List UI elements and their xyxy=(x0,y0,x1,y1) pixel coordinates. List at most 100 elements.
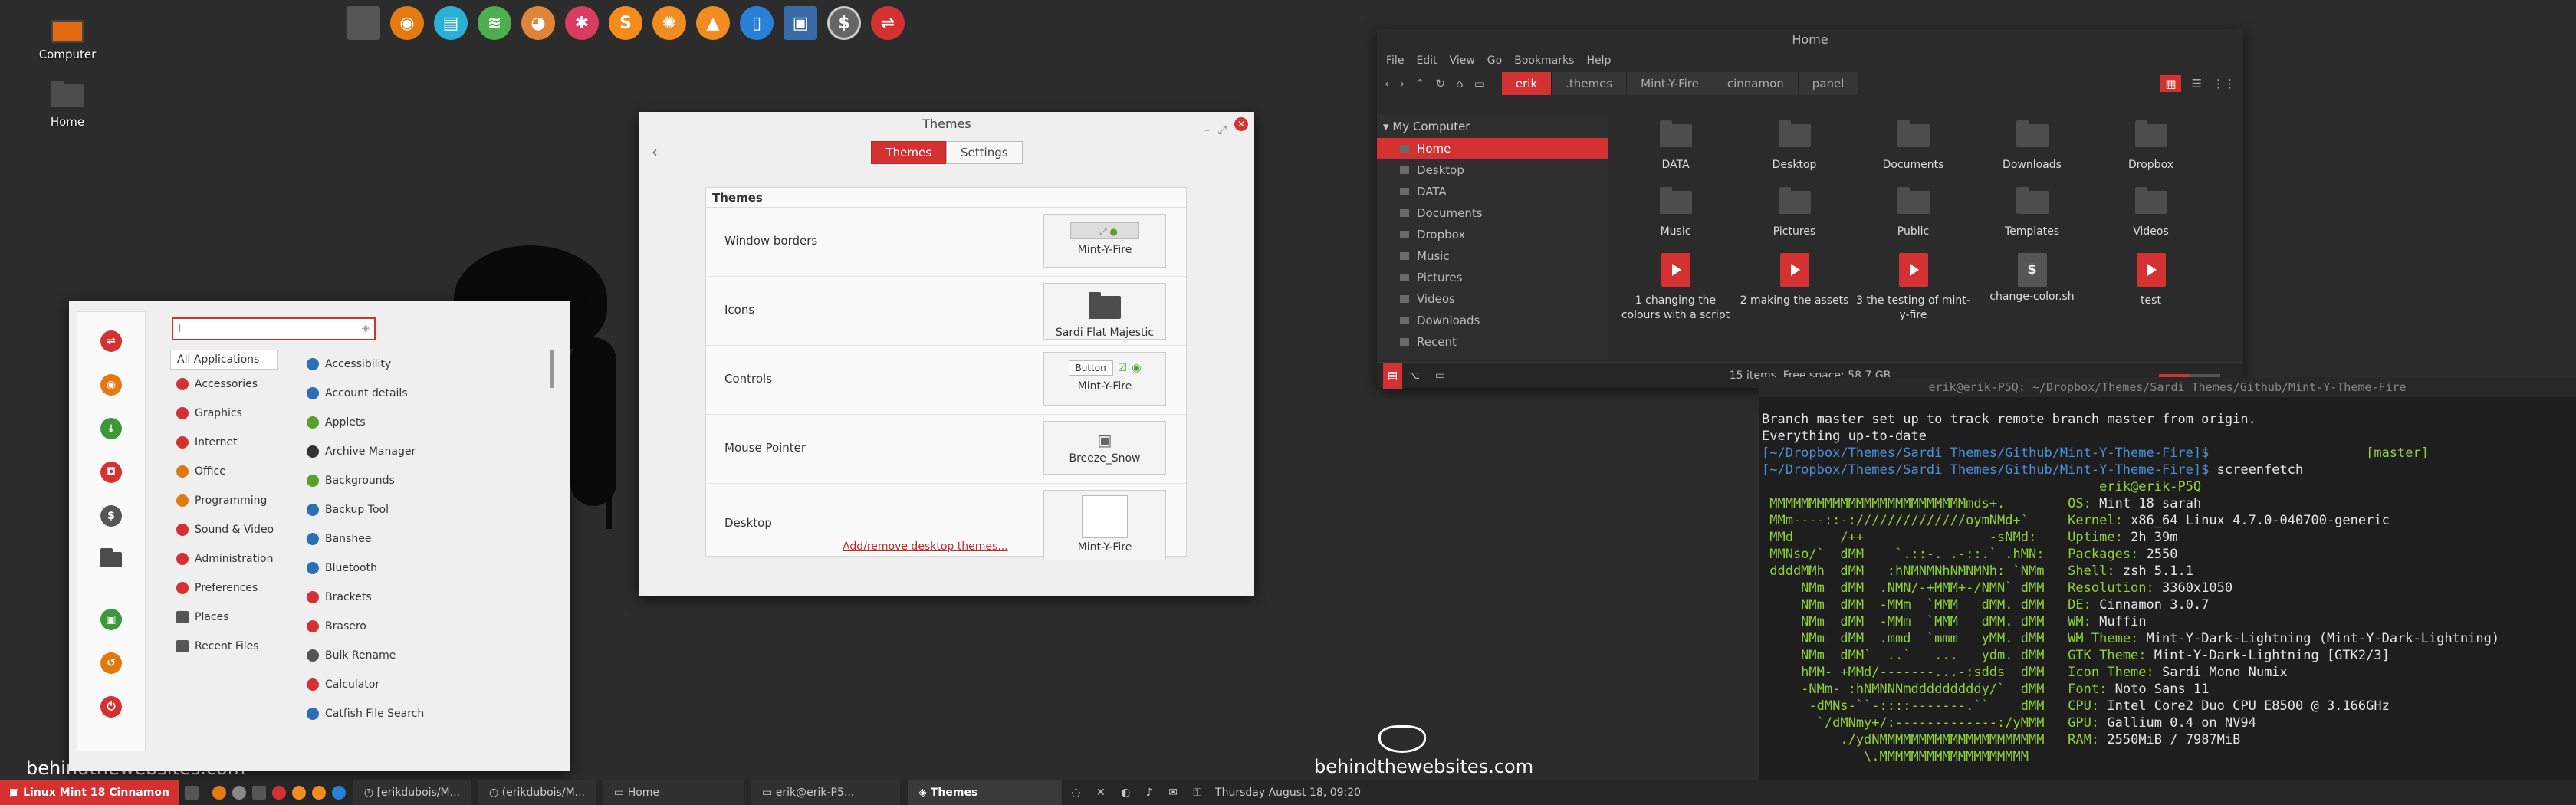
file-item[interactable]: 1 changing the colours with a script xyxy=(1616,252,1735,324)
vlc-icon[interactable] xyxy=(291,786,306,800)
fav-item[interactable]: ▣ xyxy=(77,605,145,634)
view-compact-icon[interactable]: ⋮⋮ xyxy=(2213,77,2236,90)
app-icon[interactable] xyxy=(331,786,346,800)
clear-icon[interactable]: ◈ xyxy=(362,323,370,334)
window-titlebar[interactable]: Home xyxy=(1377,29,2243,51)
firefox-icon[interactable] xyxy=(212,786,226,800)
app-item[interactable]: Bulk Rename xyxy=(299,641,544,670)
search-input[interactable]: l ◈ xyxy=(172,317,376,340)
sidebar-item-desktop[interactable]: Desktop xyxy=(1377,159,1608,181)
category-item[interactable]: Places xyxy=(170,603,278,632)
fav-item[interactable]: $ xyxy=(77,501,145,531)
file-item[interactable]: DATA xyxy=(1616,120,1735,172)
file-item[interactable]: test xyxy=(2091,252,2210,324)
category-item[interactable]: Administration xyxy=(170,544,278,573)
settings-launcher-icon[interactable]: ⇌ xyxy=(871,6,905,40)
app-item[interactable]: Backup Tool xyxy=(299,495,544,524)
app-list-scrollbar[interactable] xyxy=(550,350,554,388)
desktop-picker[interactable]: Mint-Y-Fire xyxy=(1043,490,1166,560)
menu-file[interactable]: File xyxy=(1386,51,1404,71)
tab-themes[interactable]: Themes xyxy=(871,141,947,164)
category-item[interactable]: Programming xyxy=(170,486,278,515)
app-item[interactable]: Banshee xyxy=(299,524,544,554)
app-item[interactable]: Brasero xyxy=(299,612,544,641)
breadcrumb-panel[interactable]: panel xyxy=(1798,72,1859,95)
treeview-icon[interactable]: ⌥ xyxy=(1408,363,1420,389)
controls-picker[interactable]: Button ☑ ◉ Mint-Y-Fire xyxy=(1043,352,1166,406)
vlc-launcher-icon[interactable]: ▲ xyxy=(696,6,730,40)
reload-icon[interactable]: ↻ xyxy=(1436,77,1446,90)
menu-help[interactable]: Help xyxy=(1586,51,1611,71)
firefox-launcher-icon[interactable]: ◉ xyxy=(390,6,424,40)
sidebar-item-downloads[interactable]: Downloads xyxy=(1377,310,1608,331)
sidebar-item-videos[interactable]: Videos xyxy=(1377,288,1608,310)
up-icon[interactable]: ⌃ xyxy=(1415,77,1425,90)
show-desktop-icon[interactable] xyxy=(184,786,199,800)
files-icon[interactable] xyxy=(251,786,266,800)
fav-item[interactable]: ↺ xyxy=(77,649,145,678)
cat-launcher-icon[interactable]: ◕ xyxy=(521,6,555,40)
menu-bookmarks[interactable]: Bookmarks xyxy=(1514,51,1574,71)
file-item[interactable]: Public xyxy=(1854,186,1973,239)
fav-item[interactable]: ◉ xyxy=(77,370,145,399)
settings-icon[interactable] xyxy=(271,786,286,800)
file-item[interactable]: Videos xyxy=(2091,186,2210,239)
tab-settings[interactable]: Settings xyxy=(946,141,1023,164)
task-item[interactable]: ◷ [erikdubois/M... xyxy=(353,780,471,805)
app-launcher-icon[interactable]: ▯ xyxy=(740,6,774,40)
app-item[interactable]: Backgrounds xyxy=(299,466,544,495)
orange-launcher-icon[interactable]: ✺ xyxy=(652,6,686,40)
sidebar-item-recent[interactable]: Recent xyxy=(1377,331,1608,353)
fav-item[interactable]: ⤓ xyxy=(77,414,145,443)
app-item[interactable]: Brackets xyxy=(299,583,544,612)
fav-item[interactable] xyxy=(77,545,145,574)
menu-button[interactable]: ▣ Linux Mint 18 Cinnamon xyxy=(0,780,179,805)
breadcrumb-cinnamon[interactable]: cinnamon xyxy=(1713,72,1799,95)
breadcrumb-themes[interactable]: .themes xyxy=(1552,72,1628,95)
app-item[interactable]: Catfish File Search xyxy=(299,699,544,728)
screenshot-launcher-icon[interactable]: ▣ xyxy=(784,6,817,40)
sublime-icon[interactable] xyxy=(311,786,326,800)
mouse-pointer-picker[interactable]: ▣ Breeze_Snow xyxy=(1043,421,1166,475)
window-borders-picker[interactable]: – ⤢ ● Mint-Y-Fire xyxy=(1043,214,1166,268)
file-item[interactable]: $ change-color.sh xyxy=(1973,252,2091,324)
document-launcher-icon[interactable]: ▤ xyxy=(434,6,468,40)
sidebar-item-music[interactable]: Music xyxy=(1377,245,1608,267)
menu-view[interactable]: View xyxy=(1450,51,1475,71)
file-item[interactable]: Downloads xyxy=(1973,120,2091,172)
fav-item[interactable]: ⇌ xyxy=(77,327,145,356)
app-item[interactable]: Accessibility xyxy=(299,350,544,379)
sidebar-item-home[interactable]: Home xyxy=(1377,138,1608,159)
places-icon[interactable]: ▤ xyxy=(1383,363,1403,389)
icons-picker[interactable]: Sardi Flat Majestic xyxy=(1043,283,1166,340)
task-item[interactable]: ▭ erik@erik-P5... xyxy=(751,780,901,805)
sidebar-item-dropbox[interactable]: Dropbox xyxy=(1377,224,1608,245)
view-grid-icon[interactable]: ▦ xyxy=(2160,75,2181,92)
app-item[interactable]: Account details xyxy=(299,379,544,408)
back-icon[interactable]: ‹ xyxy=(652,143,658,161)
spotify-launcher-icon[interactable]: ≋ xyxy=(478,6,511,40)
sidebar-item-data[interactable]: DATA xyxy=(1377,181,1608,202)
home-icon[interactable]: ⌂ xyxy=(1456,77,1464,90)
app-item[interactable]: Archive Manager xyxy=(299,437,544,466)
file-item[interactable]: 3 the testing of mint-y-fire xyxy=(1854,252,1973,324)
file-item[interactable]: Documents xyxy=(1854,120,1973,172)
files-launcher-icon[interactable] xyxy=(347,6,380,40)
category-item[interactable]: Office xyxy=(170,457,278,486)
menu-edit[interactable]: Edit xyxy=(1416,51,1437,71)
clock[interactable]: Thursday August 18, 09:20 xyxy=(1215,787,1361,799)
file-item[interactable]: Desktop xyxy=(1735,120,1854,172)
computer-icon[interactable]: ▭ xyxy=(1474,77,1485,90)
category-item[interactable]: Sound & Video xyxy=(170,515,278,544)
category-item[interactable]: Preferences xyxy=(170,573,278,603)
close-icon[interactable]: ✕ xyxy=(1234,117,1248,131)
app-item[interactable]: Applets xyxy=(299,408,544,437)
add-remove-themes-link[interactable]: Add/remove desktop themes... xyxy=(843,540,1008,553)
file-item[interactable]: Dropbox xyxy=(2091,120,2210,172)
desktop-icon-home[interactable]: Home xyxy=(29,80,106,129)
file-item[interactable]: 2 making the assets xyxy=(1735,252,1854,324)
fav-item[interactable]: ◘ xyxy=(77,458,145,487)
view-list-icon[interactable]: ☰ xyxy=(2192,77,2202,90)
task-item[interactable]: ◷ (erikdubois/M... xyxy=(478,780,596,805)
fav-item[interactable]: ⏻ xyxy=(77,692,145,721)
